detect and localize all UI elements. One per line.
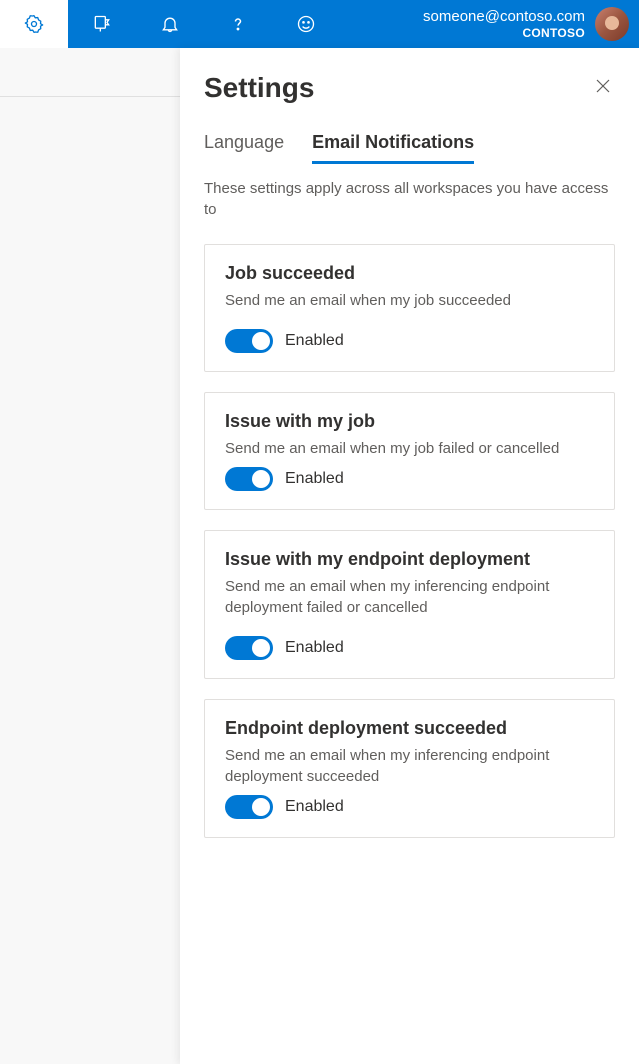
card-issue-with-endpoint: Issue with my endpoint deployment Send m… bbox=[204, 530, 615, 679]
close-icon bbox=[595, 81, 611, 98]
card-endpoint-succeeded: Endpoint deployment succeeded Send me an… bbox=[204, 699, 615, 838]
topbar-left-icons bbox=[0, 0, 340, 48]
tabs: Language Email Notifications bbox=[204, 132, 615, 164]
tab-language[interactable]: Language bbox=[204, 132, 284, 164]
toggle-label: Enabled bbox=[285, 470, 344, 488]
toggle-row: Enabled bbox=[225, 467, 594, 491]
card-title: Issue with my job bbox=[225, 411, 594, 432]
card-title: Endpoint deployment succeeded bbox=[225, 718, 594, 739]
toggle-job-succeeded[interactable] bbox=[225, 329, 273, 353]
card-desc: Send me an email when my job succeeded bbox=[225, 290, 594, 311]
smiley-feedback-icon[interactable] bbox=[272, 0, 340, 48]
toggle-label: Enabled bbox=[285, 639, 344, 657]
avatar[interactable] bbox=[595, 7, 629, 41]
settings-panel: Settings Language Email Notifications Th… bbox=[180, 48, 639, 1064]
tab-email-notifications[interactable]: Email Notifications bbox=[312, 132, 474, 164]
card-desc: Send me an email when my inferencing end… bbox=[225, 745, 594, 787]
toggle-issue-with-job[interactable] bbox=[225, 467, 273, 491]
card-title: Job succeeded bbox=[225, 263, 594, 284]
card-issue-with-job: Issue with my job Send me an email when … bbox=[204, 392, 615, 510]
card-job-succeeded: Job succeeded Send me an email when my j… bbox=[204, 244, 615, 372]
toggle-endpoint-succeeded[interactable] bbox=[225, 795, 273, 819]
toggle-label: Enabled bbox=[285, 332, 344, 350]
user-org: CONTOSO bbox=[423, 26, 585, 40]
toggle-issue-with-endpoint[interactable] bbox=[225, 636, 273, 660]
toggle-row: Enabled bbox=[225, 329, 594, 353]
panel-header: Settings bbox=[204, 72, 615, 104]
help-icon[interactable] bbox=[204, 0, 272, 48]
toggle-label: Enabled bbox=[285, 798, 344, 816]
user-info-block[interactable]: someone@contoso.com CONTOSO bbox=[423, 8, 585, 40]
topbar-right: someone@contoso.com CONTOSO bbox=[423, 7, 629, 41]
card-desc: Send me an email when my inferencing end… bbox=[225, 576, 594, 618]
panel-description: These settings apply across all workspac… bbox=[204, 178, 615, 220]
top-bar: someone@contoso.com CONTOSO bbox=[0, 0, 639, 48]
toggle-row: Enabled bbox=[225, 636, 594, 660]
close-button[interactable] bbox=[591, 74, 615, 103]
notifications-bell-icon[interactable] bbox=[136, 0, 204, 48]
feedback-icon[interactable] bbox=[68, 0, 136, 48]
card-desc: Send me an email when my job failed or c… bbox=[225, 438, 594, 459]
toggle-row: Enabled bbox=[225, 795, 594, 819]
user-email: someone@contoso.com bbox=[423, 8, 585, 26]
card-title: Issue with my endpoint deployment bbox=[225, 549, 594, 570]
panel-title: Settings bbox=[204, 72, 314, 104]
settings-gear-icon[interactable] bbox=[0, 0, 68, 48]
